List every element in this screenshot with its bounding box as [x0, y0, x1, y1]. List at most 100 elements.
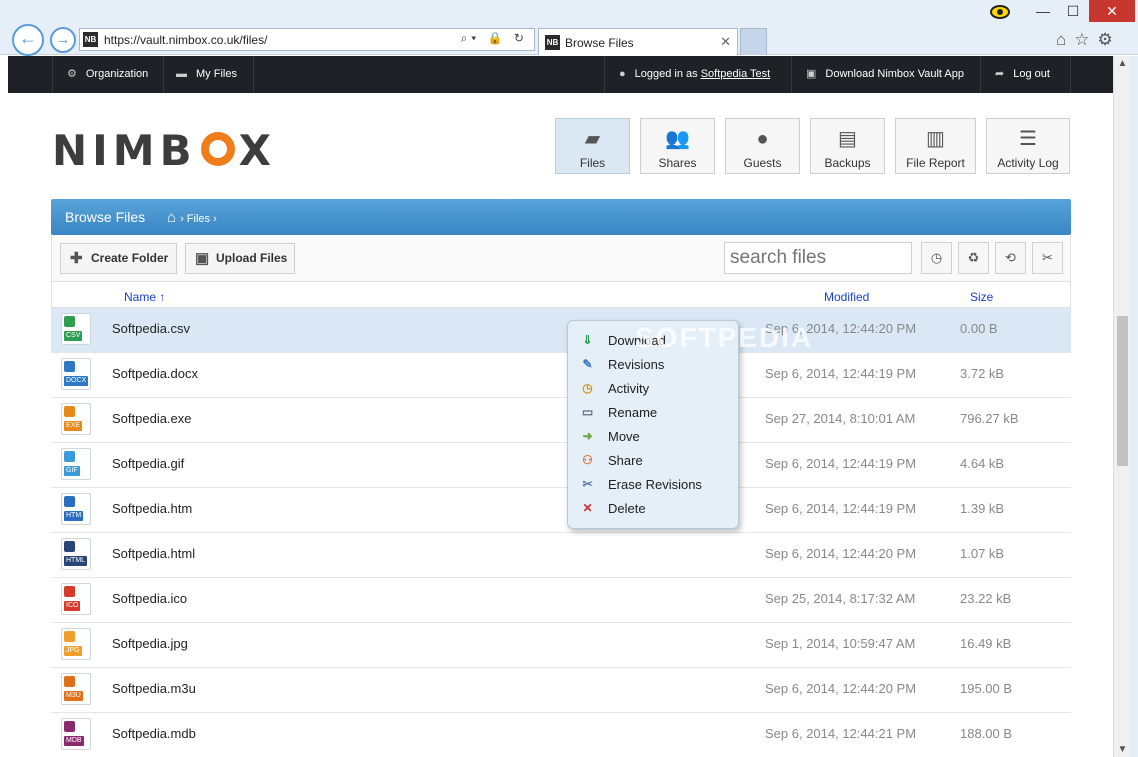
- favorites-icon[interactable]: ☆: [1074, 30, 1097, 49]
- file-ext-label: MDB: [64, 736, 84, 746]
- address-bar[interactable]: NB https://vault.nimbox.co.uk/files/ ⌕▾ …: [79, 28, 535, 51]
- file-name[interactable]: Softpedia.html: [112, 546, 195, 561]
- new-tab-button[interactable]: [740, 28, 767, 55]
- module-guests[interactable]: ● Guests: [725, 118, 800, 174]
- scroll-up-icon[interactable]: ▲: [1114, 58, 1131, 69]
- clock-icon[interactable]: ◷: [921, 242, 952, 274]
- table-row[interactable]: HTML Softpedia.html Sep 6, 2014, 12:44:20 …: [51, 533, 1071, 578]
- file-type-icon: GIF: [61, 448, 91, 480]
- nimbox-logo[interactable]: NIMB X: [52, 126, 276, 175]
- file-modified: Sep 6, 2014, 12:44:19 PM: [765, 456, 917, 471]
- create-folder-button[interactable]: ✚ Create Folder: [60, 243, 177, 274]
- context-menu-label: Activity: [608, 381, 650, 396]
- tab-title: Browse Files: [565, 36, 634, 50]
- scroll-thumb[interactable]: [1117, 316, 1128, 466]
- file-size: 188.00 B: [960, 726, 1013, 741]
- file-name[interactable]: Softpedia.m3u: [112, 681, 196, 696]
- upload-files-button[interactable]: ▣ Upload Files: [185, 243, 295, 274]
- context-menu-item-move[interactable]: ➜ Move: [568, 426, 738, 448]
- eye-icon[interactable]: [990, 5, 1010, 19]
- create-folder-label: Create Folder: [91, 251, 169, 265]
- window-close-icon[interactable]: ✕: [1089, 0, 1135, 22]
- col-size[interactable]: Size: [970, 290, 993, 304]
- nav-download-app[interactable]: ▣ Download Nimbox Vault App: [792, 56, 981, 93]
- table-row[interactable]: EXE Softpedia.exe Sep 27, 2014, 8:10:01 AM…: [51, 398, 1071, 443]
- context-menu-item-share[interactable]: ⚇ Share: [568, 450, 738, 472]
- folder-icon: ▰: [584, 128, 601, 150]
- file-ext-label: ICO: [64, 601, 81, 611]
- file-ext-label: DOCX: [64, 376, 89, 386]
- file-ext-label: CSV: [64, 331, 83, 341]
- upload-files-label: Upload Files: [216, 251, 288, 265]
- context-menu-item-revisions[interactable]: ✎ Revisions: [568, 354, 738, 376]
- context-menu-item-erase-revisions[interactable]: ✂ Erase Revisions: [568, 474, 738, 496]
- rename-icon: ▭: [581, 405, 594, 419]
- context-menu-item-rename[interactable]: ▭ Rename: [568, 402, 738, 424]
- file-name[interactable]: Softpedia.gif: [112, 456, 184, 471]
- revisions-icon: ✎: [582, 357, 593, 371]
- home-icon[interactable]: ⌂: [167, 209, 176, 226]
- file-ext-label: M3U: [64, 691, 83, 701]
- file-name[interactable]: Softpedia.mdb: [112, 726, 196, 741]
- module-label: Guests: [743, 156, 782, 170]
- module-shares[interactable]: 👥 Shares: [640, 118, 715, 174]
- file-name[interactable]: Softpedia.htm: [112, 501, 192, 516]
- file-name[interactable]: Softpedia.jpg: [112, 636, 188, 651]
- file-type-icon: EXE: [61, 403, 91, 435]
- user-link[interactable]: Softpedia Test: [701, 68, 771, 80]
- file-type-icon: HTM: [61, 493, 91, 525]
- clock-icon: ◷: [582, 381, 593, 395]
- page: ⚙ Organization ▬ My Files ● Logged in as So…: [8, 56, 1113, 757]
- breadcrumb-files[interactable]: Files: [187, 213, 210, 225]
- back-button[interactable]: ←: [12, 24, 44, 56]
- table-row[interactable]: M3U Softpedia.m3u Sep 6, 2014, 12:44:20 PM…: [51, 668, 1071, 713]
- recycle-icon[interactable]: ♻: [958, 242, 989, 274]
- nav-logged-in: ● Logged in as Softpedia Test: [604, 56, 792, 93]
- address-tools[interactable]: ⌕▾ 🔒 ↻: [461, 31, 528, 46]
- module-activity-log[interactable]: ☰ Activity Log: [986, 118, 1070, 174]
- file-name[interactable]: Softpedia.docx: [112, 366, 198, 381]
- file-badge-icon: [64, 406, 75, 417]
- nav-my-files-label: My Files: [196, 68, 237, 80]
- nav-organization[interactable]: ⚙ Organization: [52, 56, 164, 93]
- table-row[interactable]: ICO Softpedia.ico Sep 25, 2014, 8:17:32 AM…: [51, 578, 1071, 623]
- tab-browse-files[interactable]: NB Browse Files ✕: [538, 28, 738, 55]
- nav-my-files[interactable]: ▬ My Files: [164, 56, 254, 93]
- module-file-report[interactable]: ▥ File Report: [895, 118, 976, 174]
- home-icon[interactable]: ⌂: [1056, 30, 1074, 49]
- forward-button[interactable]: →: [50, 27, 76, 53]
- scrollbar[interactable]: ▲ ▼: [1113, 56, 1130, 757]
- maximize-icon[interactable]: ☐: [1058, 0, 1088, 22]
- share-icon: ⚇: [582, 453, 593, 467]
- search-input[interactable]: [724, 242, 912, 274]
- context-menu-label: Erase Revisions: [608, 477, 702, 492]
- context-menu-item-activity[interactable]: ◷ Activity: [568, 378, 738, 400]
- refresh-icon[interactable]: ⟲: [995, 242, 1026, 274]
- table-row[interactable]: GIF Softpedia.gif Sep 6, 2014, 12:44:19 PM…: [51, 443, 1071, 488]
- scissors-icon[interactable]: ✂: [1032, 242, 1063, 274]
- file-type-icon: JPG: [61, 628, 91, 660]
- table-row[interactable]: JPG Softpedia.jpg Sep 1, 2014, 10:59:47 AM…: [51, 623, 1071, 668]
- file-name[interactable]: Softpedia.exe: [112, 411, 192, 426]
- gear-icon[interactable]: ⚙: [1098, 30, 1121, 49]
- folder-icon: ▬: [176, 68, 187, 80]
- col-modified[interactable]: Modified: [824, 290, 869, 304]
- table-row[interactable]: CSV Softpedia.csv Sep 6, 2014, 12:44:20 PM…: [51, 308, 1071, 353]
- scroll-down-icon[interactable]: ▼: [1114, 744, 1131, 755]
- nav-logout[interactable]: ➦ Log out: [981, 56, 1071, 93]
- table-row[interactable]: DOCX Softpedia.docx Sep 6, 2014, 12:44:19 …: [51, 353, 1071, 398]
- file-modified: Sep 6, 2014, 12:44:19 PM: [765, 366, 917, 381]
- table-row[interactable]: HTM Softpedia.htm Sep 6, 2014, 12:44:19 PM…: [51, 488, 1071, 533]
- page-title: Browse Files: [65, 209, 146, 225]
- module-backups[interactable]: ▤ Backups: [810, 118, 885, 174]
- module-files[interactable]: ▰ Files: [555, 118, 630, 174]
- file-name[interactable]: Softpedia.ico: [112, 591, 187, 606]
- context-menu-item-delete[interactable]: ✕ Delete: [568, 498, 738, 520]
- gear-icon: ⚙: [67, 68, 77, 80]
- tab-close-icon[interactable]: ✕: [720, 34, 731, 50]
- file-name[interactable]: Softpedia.csv: [112, 321, 190, 336]
- minimize-icon[interactable]: —: [1028, 0, 1058, 22]
- file-modified: Sep 25, 2014, 8:17:32 AM: [765, 591, 916, 606]
- table-row[interactable]: MDB Softpedia.mdb Sep 6, 2014, 12:44:21 PM…: [51, 713, 1071, 757]
- col-name[interactable]: Name ↑: [124, 290, 165, 304]
